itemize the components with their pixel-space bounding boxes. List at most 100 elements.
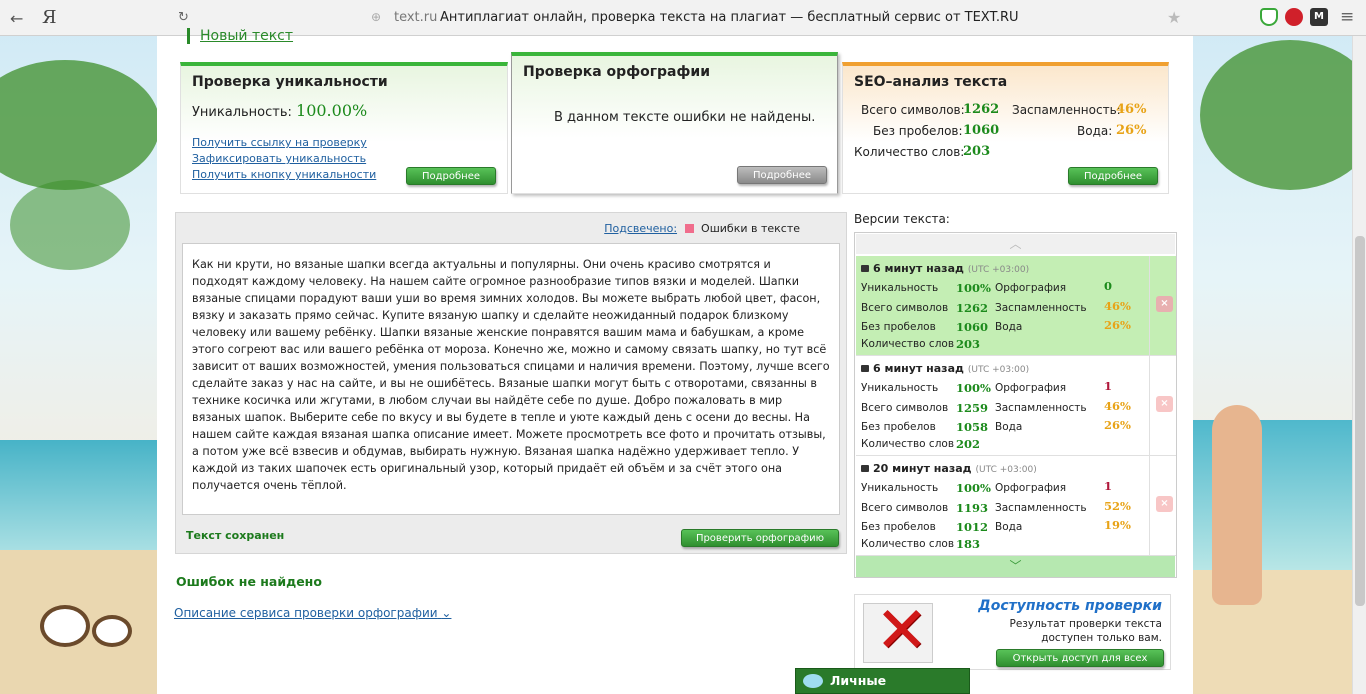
yandex-icon[interactable]: Я (42, 7, 57, 28)
seo-spam-value: 46% (1116, 102, 1147, 117)
version-time: 6 минут назад (873, 362, 964, 375)
version-nospaces-value: 1058 (956, 420, 989, 434)
version-words-value: 183 (956, 537, 981, 551)
delete-icon[interactable]: × (1156, 396, 1173, 412)
uniqueness-label: Уникальность: (192, 105, 292, 120)
new-text-link[interactable]: Новый текст (187, 28, 293, 44)
scrollbar-thumb[interactable] (1355, 236, 1365, 606)
version-uniq-label: Уникальность (861, 482, 939, 494)
chevron-down-icon: ⌄ (441, 606, 452, 620)
red-cross-icon: ✕ (875, 594, 929, 668)
chevron-up-icon[interactable]: ︿ (856, 234, 1175, 254)
seo-water-value: 26% (1116, 123, 1147, 138)
version-spelling-value: 1 (1104, 379, 1113, 393)
spelling-message: В данном тексте ошибки не найдены. (554, 110, 816, 125)
version-words-label: Количество слов (861, 438, 955, 450)
version-spelling-label: Орфография (995, 382, 1067, 394)
version-water-value: 26% (1104, 418, 1131, 432)
version-timezone: (UTC +03:00) (967, 365, 1030, 375)
address-domain[interactable]: text.ru (394, 10, 437, 25)
highlight-legend: Подсвечено: Ошибки в тексте (604, 222, 800, 235)
version-words-value: 202 (956, 437, 981, 451)
m-extension-icon[interactable]: M (1310, 8, 1328, 26)
main-content: Новый текст Проверка уникальности Уникал… (157, 28, 1193, 694)
beach-figure-image (1212, 405, 1262, 605)
seo-details-button[interactable]: Подробнее (1068, 167, 1158, 185)
version-spam-value: 46% (1104, 399, 1131, 413)
version-delete-cell: × (1149, 256, 1176, 356)
version-spam-label: Заспамленность (995, 302, 1087, 314)
seo-panel: SEO–анализ текста Всего символов: 1262 Б… (842, 62, 1169, 194)
highlight-link[interactable]: Подсвечено: (604, 222, 677, 235)
version-nospaces-value: 1012 (956, 520, 989, 534)
version-spelling-label: Орфография (995, 282, 1067, 294)
spelling-editor: Подсвечено: Ошибки в тексте Как ни крути… (175, 212, 847, 554)
seo-nospaces-label: Без пробелов: (873, 124, 963, 138)
version-nospaces-label: Без пробелов (861, 421, 936, 433)
versions-list: ︿ 6 минут назад (UTC +03:00) Уникальность… (854, 232, 1177, 578)
check-spelling-button[interactable]: Проверить орфографию (681, 529, 839, 547)
version-item[interactable]: 6 минут назад (UTC +03:00) Уникальность 1… (856, 356, 1149, 456)
version-uniq-value: 100% (956, 281, 991, 295)
seo-title: SEO–анализ текста (854, 74, 1008, 90)
promo-text: Результат проверки текста доступен тольк… (1009, 618, 1162, 644)
menu-icon[interactable]: ≡ (1340, 7, 1354, 27)
back-icon[interactable]: ← (10, 9, 23, 28)
palm-leaves-right (1200, 40, 1366, 190)
spelling-title: Проверка орфографии (523, 64, 710, 80)
version-time: 6 минут назад (873, 262, 964, 275)
service-description-text: Описание сервиса проверки орфографии (174, 606, 438, 620)
seo-total-value: 1262 (963, 102, 1000, 117)
adblock-icon[interactable] (1285, 8, 1303, 26)
get-check-link[interactable]: Получить ссылку на проверку (192, 136, 367, 149)
private-messages-button[interactable]: Личные сообщения (795, 668, 970, 694)
delete-icon[interactable]: × (1156, 496, 1173, 512)
promo-title: Доступность проверки (978, 598, 1162, 614)
get-uniqueness-button-link[interactable]: Получить кнопку уникальности (192, 168, 376, 181)
open-access-button[interactable]: Открыть доступ для всех (996, 649, 1164, 667)
seo-nospaces-value: 1060 (963, 123, 1000, 138)
version-time: 20 минут назад (873, 462, 972, 475)
version-water-label: Вода (995, 521, 1023, 533)
access-promo: ✕ Доступность проверки Результат проверк… (854, 594, 1171, 670)
chevron-down-icon[interactable]: ﹀ (856, 556, 1175, 577)
version-item[interactable]: 6 минут назад (UTC +03:00) Уникальность 1… (856, 256, 1149, 356)
reload-icon[interactable]: ↻ (178, 10, 189, 25)
text-editor[interactable]: Как ни крути, но вязаные шапки всегда ак… (182, 243, 840, 515)
version-nospaces-label: Без пробелов (861, 521, 936, 533)
uniqueness-line: Уникальность: 100.00% (192, 101, 367, 120)
versions-title: Версии текста: (854, 212, 950, 226)
version-uniq-value: 100% (956, 481, 991, 495)
service-description-link[interactable]: Описание сервиса проверки орфографии ⌄ (174, 606, 451, 620)
highlight-legend-text: Ошибки в тексте (701, 222, 800, 235)
uniqueness-panel: Проверка уникальности Уникальность: 100.… (180, 62, 508, 194)
version-spam-label: Заспамленность (995, 502, 1087, 514)
version-nospaces-label: Без пробелов (861, 321, 936, 333)
palm-leaves-left-lower (10, 180, 130, 270)
version-spam-label: Заспамленность (995, 402, 1087, 414)
chat-bubble-icon (803, 674, 823, 688)
delete-icon[interactable]: × (1156, 296, 1173, 312)
version-total-label: Всего символов (861, 302, 949, 314)
version-item[interactable]: 20 минут назад (UTC +03:00) Уникальность … (856, 456, 1149, 556)
spelling-details-button[interactable]: Подробнее (737, 166, 827, 184)
uniqueness-details-button[interactable]: Подробнее (406, 167, 496, 185)
version-water-value: 19% (1104, 518, 1131, 532)
version-words-value: 203 (956, 337, 981, 351)
version-uniq-label: Уникальность (861, 382, 939, 394)
result-status: Ошибок не найдено (176, 574, 322, 589)
version-total-label: Всего символов (861, 402, 949, 414)
spelling-panel: Проверка орфографии В данном тексте ошиб… (511, 52, 838, 194)
version-water-label: Вода (995, 321, 1023, 333)
page-scrollbar[interactable] (1352, 36, 1366, 694)
coconut-icon (92, 615, 132, 647)
bookmark-star-icon[interactable]: ★ (1167, 8, 1181, 27)
page-title[interactable]: Антиплагиат онлайн, проверка текста на п… (440, 10, 1019, 25)
version-spam-value: 46% (1104, 299, 1131, 313)
fix-uniqueness-link[interactable]: Зафиксировать уникальность (192, 152, 366, 165)
shield-icon[interactable] (1260, 8, 1278, 26)
version-timezone: (UTC +03:00) (975, 465, 1037, 475)
version-timezone: (UTC +03:00) (967, 265, 1030, 275)
seo-spam-label: Заспамленность: (1012, 103, 1121, 117)
version-total-value: 1262 (956, 301, 989, 315)
